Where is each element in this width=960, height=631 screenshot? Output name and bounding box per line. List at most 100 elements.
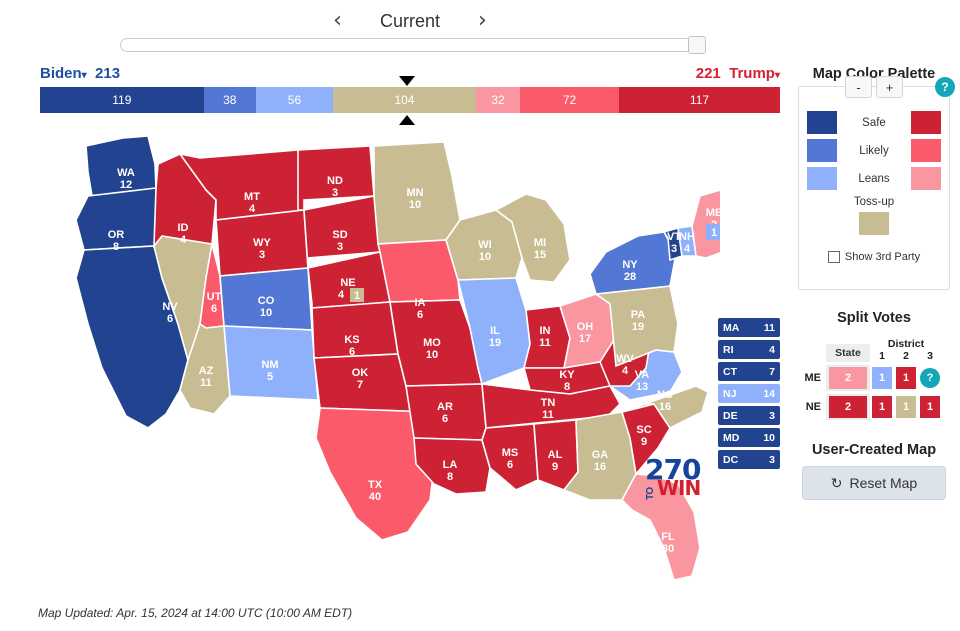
split-district-cell-wrap: 1 (918, 396, 942, 418)
ev-segment[interactable]: 56 (255, 87, 333, 113)
split-help-icon[interactable]: ? (920, 368, 940, 388)
palette-plus-button[interactable]: + (876, 76, 903, 98)
small-state-ev: 3 (769, 453, 775, 466)
republican-caret-icon[interactable]: ▾ (775, 70, 780, 81)
ev-segment[interactable]: 119 (40, 87, 204, 113)
small-state-abbr: DC (723, 453, 739, 466)
map-updated-caption: Map Updated: Apr. 15, 2024 at 14:00 UTC … (38, 606, 353, 620)
map-state-ks[interactable] (311, 301, 399, 359)
split-district-cell[interactable]: 1 (872, 367, 892, 389)
next-map-icon[interactable]: › (474, 10, 491, 32)
small-state-abbr: MA (723, 321, 740, 334)
svg-text:CA: CA (114, 474, 130, 486)
split-district-numbers: 1 2 3 (870, 350, 942, 362)
split-state-cell[interactable]: 2 (829, 396, 867, 418)
split-district-cell-wrap: 1 (870, 396, 894, 418)
small-state-ev: 11 (763, 321, 775, 334)
split-row-state-label: ME (804, 372, 822, 384)
palette-swatch-democrat[interactable] (807, 111, 837, 134)
palette-row: Safe (807, 111, 941, 134)
palette-row: Leans (807, 167, 941, 190)
svg-text:54: 54 (116, 486, 129, 498)
split-district-cell-wrap: ? (918, 368, 942, 388)
republican-candidate: 221 Trump▾ (696, 65, 780, 82)
ev-segment[interactable]: 72 (520, 87, 620, 113)
split-district-number: 1 (879, 350, 885, 362)
map-title: Current (379, 10, 441, 31)
democrat-caret-icon[interactable]: ▾ (82, 70, 87, 81)
third-party-checkbox[interactable] (827, 251, 840, 263)
republican-name-dropdown[interactable]: Trump (729, 65, 775, 82)
timeline-slider[interactable] (120, 36, 706, 54)
palette-swatch-democrat[interactable] (807, 167, 837, 190)
map-state-ny[interactable] (589, 231, 677, 295)
map-state-ia[interactable] (376, 239, 461, 303)
map-state-ms[interactable] (481, 423, 539, 491)
electoral-vote-bar: 119 38 56 104 32 72 117 (40, 87, 780, 113)
map-me-district-1[interactable] (706, 224, 720, 240)
small-state-row[interactable]: MA 11 (718, 318, 780, 337)
map-state-mn[interactable] (373, 141, 461, 245)
republican-vote-total: 221 (695, 65, 721, 82)
palette-help-icon[interactable]: ? (935, 77, 955, 97)
map-state-ar[interactable] (405, 383, 487, 441)
split-votes-section: Split Votes State District 123 ME 2 1 1? NE 2… (788, 310, 960, 420)
democrat-name-dropdown[interactable]: Biden (40, 65, 82, 82)
split-district-cell[interactable]: 1 (896, 367, 916, 389)
palette-swatch-republican[interactable] (911, 167, 941, 190)
ev-segment[interactable]: 38 (203, 87, 256, 113)
map-state-ne[interactable] (307, 251, 391, 309)
palette-swatch-democrat[interactable] (807, 139, 837, 162)
split-state-cell[interactable]: 2 (829, 367, 867, 389)
small-state-row[interactable]: MD 10 (718, 428, 780, 447)
map-split-box-ne[interactable] (350, 288, 364, 302)
small-state-ev: 14 (763, 387, 775, 400)
palette-panel: - + ? Safe Likely Leans Toss-up Show 3rd P… (798, 76, 955, 290)
ev-segment[interactable]: 32 (476, 87, 520, 113)
split-district-cell[interactable]: 1 (872, 396, 892, 418)
map-navigation: ‹ Current › (0, 6, 820, 36)
small-state-ev: 10 (763, 431, 775, 444)
split-district-cell[interactable]: 1 (920, 396, 940, 418)
small-state-row[interactable]: DE 3 (718, 406, 780, 425)
third-party-row[interactable]: Show 3rd Party (807, 251, 941, 263)
slider-handle[interactable] (688, 36, 706, 54)
map-me-district-chips: 11 (706, 224, 720, 240)
democrat-candidate: Biden▾ 213 (40, 65, 120, 82)
palette-rows: Safe Likely Leans (807, 111, 941, 190)
us-electoral-map[interactable]: WA 12 OR 8 CA 54 NV 6 ID 4 MT 4 WY 3 UT 6 CO 10 AZ 11 NM 5 ND 3… (30, 128, 720, 596)
palette-swatch-republican[interactable] (910, 111, 941, 134)
split-district-cell[interactable]: 1 (896, 396, 916, 418)
reset-map-button[interactable]: ↻ Reset Map (802, 466, 946, 500)
map-state-or[interactable] (75, 187, 163, 251)
small-state-row[interactable]: RI 4 (718, 340, 780, 359)
ev-segment[interactable]: 104 (332, 87, 476, 113)
small-state-abbr: MD (723, 431, 740, 444)
us-map-svg[interactable]: WA12OR8CA54NV6ID4MT4WY3UT6CO10AZ11NM5ND3… (30, 128, 720, 596)
split-district-header-group: District 1 2 3 (870, 338, 942, 362)
small-state-ev: 7 (769, 365, 775, 378)
small-state-abbr: RI (723, 343, 734, 356)
third-party-label: Show 3rd Party (844, 251, 921, 263)
split-row-state-label: NE (805, 401, 821, 413)
split-district-cell-wrap: 1 (870, 367, 894, 389)
map-state-wa[interactable] (85, 135, 157, 197)
slider-track[interactable] (120, 38, 700, 52)
ev-segment[interactable]: 117 (619, 87, 780, 113)
split-district-number: 3 (927, 350, 933, 362)
map-state-co[interactable] (219, 267, 313, 331)
split-votes-title: Split Votes (837, 310, 911, 326)
split-district-number: 2 (903, 350, 909, 362)
small-state-abbr: NJ (723, 387, 737, 400)
map-state-wy[interactable] (215, 209, 309, 277)
palette-minus-button[interactable]: - (845, 76, 872, 98)
previous-map-icon[interactable]: ‹ (329, 10, 346, 32)
map-state-fl[interactable] (621, 473, 701, 581)
small-state-row[interactable]: CT 7 (718, 362, 780, 381)
tossup-label: Toss-up (853, 196, 895, 208)
small-state-row[interactable]: NJ 14 (718, 384, 780, 403)
tossup-swatch[interactable] (859, 212, 889, 235)
palette-swatch-republican[interactable] (911, 139, 941, 162)
small-state-row[interactable]: DC 3 (718, 450, 780, 469)
map-state-nm[interactable] (223, 325, 319, 401)
